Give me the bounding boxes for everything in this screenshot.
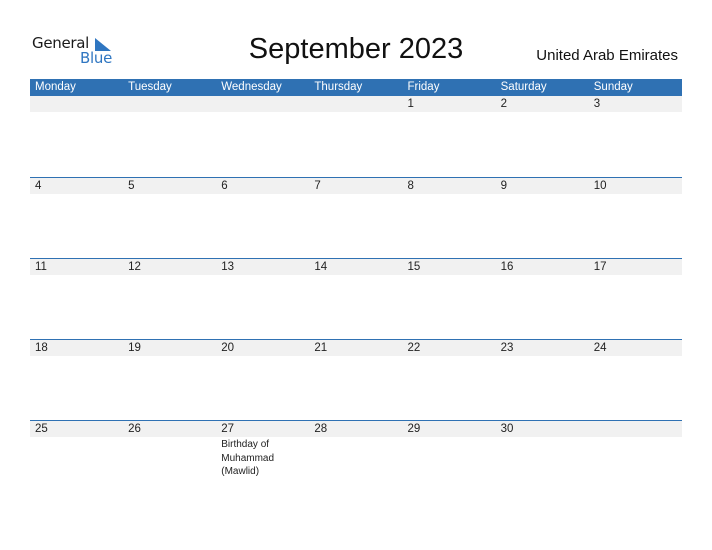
day-number: 4 xyxy=(35,180,42,192)
week-row: 4 5 6 7 8 9 10 xyxy=(30,177,682,195)
week-row: 11 12 13 14 15 16 17 xyxy=(30,258,682,276)
day-number xyxy=(309,96,402,112)
day-event xyxy=(403,112,496,113)
day-number: 16 xyxy=(500,261,514,273)
day-number: 14 xyxy=(314,261,328,273)
day-number: 10 xyxy=(593,180,607,192)
week-row: 1 2 3 xyxy=(30,96,682,113)
day-event xyxy=(309,356,402,357)
weekday-header: Monday Tuesday Wednesday Thursday Friday… xyxy=(30,79,682,96)
country-label: United Arab Emirates xyxy=(536,47,678,64)
day-event xyxy=(589,356,682,357)
day-event xyxy=(123,356,216,357)
weekday-sunday: Sunday xyxy=(593,81,633,93)
day-event xyxy=(216,275,309,276)
events-row xyxy=(30,194,682,195)
day-number: 2 xyxy=(500,98,508,110)
day-event xyxy=(309,275,402,276)
day-event xyxy=(403,275,496,276)
day-number: 8 xyxy=(407,180,414,192)
day-event xyxy=(403,437,496,479)
day-event xyxy=(403,356,496,357)
day-number: 7 xyxy=(314,180,321,192)
day-number: 26 xyxy=(128,423,141,435)
day-event: Birthday of Muhammad (Mawlid) xyxy=(221,439,275,477)
day-number: 3 xyxy=(593,98,601,110)
weekday-friday: Friday xyxy=(407,81,440,93)
events-row xyxy=(30,356,682,357)
day-event xyxy=(216,356,309,357)
day-event xyxy=(216,194,309,195)
events-row xyxy=(30,275,682,276)
day-number: 29 xyxy=(407,423,421,435)
day-event xyxy=(309,194,402,195)
day-event xyxy=(589,275,682,276)
day-number: 15 xyxy=(407,261,421,273)
day-number: 21 xyxy=(314,342,328,354)
day-event xyxy=(30,194,123,195)
day-number: 25 xyxy=(35,423,48,435)
day-event xyxy=(123,275,216,276)
day-number: 20 xyxy=(221,342,235,354)
weekday-monday: Monday xyxy=(35,81,76,93)
day-event xyxy=(30,437,123,479)
day-number xyxy=(30,96,123,112)
weekday-saturday: Saturday xyxy=(500,81,547,93)
day-number: 28 xyxy=(314,423,328,435)
day-number xyxy=(123,96,216,112)
day-number: 19 xyxy=(128,342,141,354)
day-number: 11 xyxy=(35,261,47,273)
day-number: 12 xyxy=(128,261,141,273)
day-number: 17 xyxy=(593,261,607,273)
date-strip: 11 12 13 14 15 16 17 xyxy=(30,259,682,275)
day-number: 6 xyxy=(221,180,228,192)
day-number: 27 xyxy=(221,423,235,435)
date-strip: 25 26 27 28 29 30 xyxy=(30,421,682,437)
day-number: 22 xyxy=(407,342,421,354)
day-number: 18 xyxy=(35,342,48,354)
day-event xyxy=(30,275,123,276)
date-strip: 1 2 3 xyxy=(30,96,682,112)
week-row: 18 19 20 21 22 23 24 xyxy=(30,339,682,357)
weekday-tuesday: Tuesday xyxy=(128,81,172,93)
day-event xyxy=(496,112,589,113)
day-event xyxy=(309,437,402,479)
day-number xyxy=(589,421,682,437)
day-number: 23 xyxy=(500,342,514,354)
day-event xyxy=(123,112,216,113)
day-event xyxy=(216,112,309,113)
week-row: 25 26 27 28 29 30 Birthday of Muhammad (Mawlid… xyxy=(30,420,682,479)
weekday-thursday: Thursday xyxy=(314,81,363,93)
day-event xyxy=(309,112,402,113)
day-event xyxy=(30,112,123,113)
day-number: 24 xyxy=(593,342,607,354)
day-number: 5 xyxy=(128,180,135,192)
day-event xyxy=(123,194,216,195)
date-strip: 4 5 6 7 8 9 10 xyxy=(30,178,682,194)
day-event xyxy=(30,356,123,357)
day-event xyxy=(496,356,589,357)
events-row xyxy=(30,112,682,113)
day-number: 9 xyxy=(500,180,508,192)
day-event xyxy=(496,275,589,276)
day-event xyxy=(589,437,682,479)
day-event xyxy=(496,437,589,479)
day-number: 1 xyxy=(407,98,414,110)
day-event xyxy=(403,194,496,195)
day-number: 13 xyxy=(221,261,235,273)
weekday-wednesday: Wednesday xyxy=(221,81,282,93)
day-event xyxy=(123,437,216,479)
day-event xyxy=(589,194,682,195)
day-number: 30 xyxy=(500,423,514,435)
calendar-title-text: September 2023 xyxy=(248,33,464,65)
date-strip: 18 19 20 21 22 23 24 xyxy=(30,340,682,356)
events-row: Birthday of Muhammad (Mawlid) xyxy=(30,437,682,479)
day-event xyxy=(496,194,589,195)
day-event xyxy=(589,112,682,113)
day-number xyxy=(216,96,309,112)
